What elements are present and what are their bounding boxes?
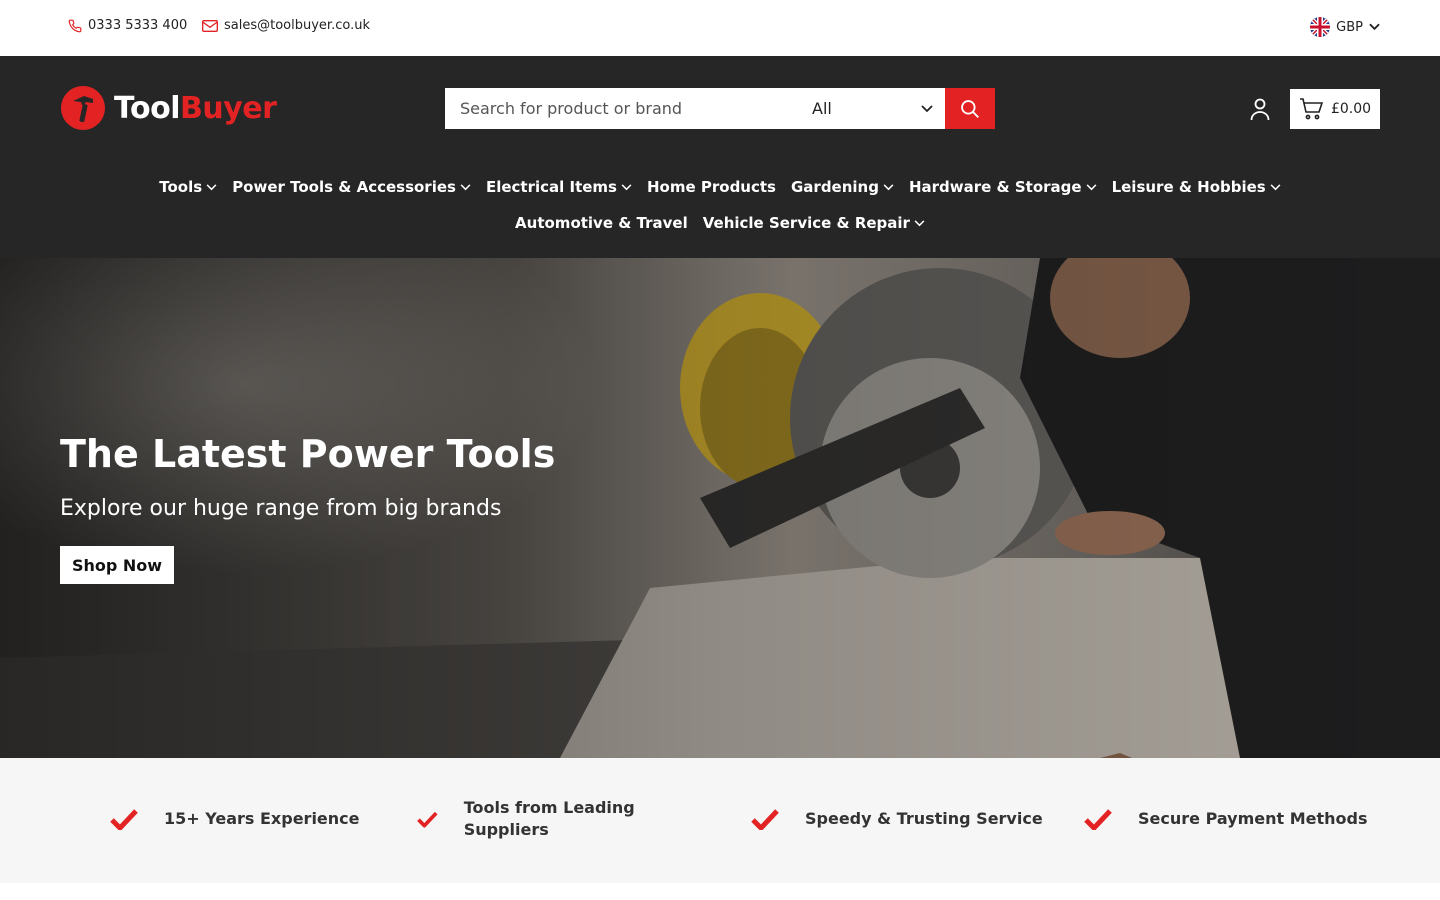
- email-link[interactable]: sales@toolbuyer.co.uk: [202, 18, 370, 33]
- chevron-down-icon: [1369, 23, 1380, 31]
- hammer-logo-icon: [61, 86, 105, 130]
- cart-total: £0.00: [1330, 101, 1372, 117]
- checkmark-icon: [1084, 809, 1112, 830]
- phone-number: 0333 5333 400: [88, 18, 188, 33]
- shop-now-button[interactable]: Shop Now: [60, 546, 174, 584]
- user-icon: [1250, 98, 1270, 121]
- feature-label: Secure Payment Methods: [1138, 809, 1368, 828]
- feature-item: Speedy & Trusting Service: [751, 808, 1043, 830]
- search-category-select[interactable]: All: [797, 88, 945, 129]
- chevron-down-icon: [921, 104, 933, 112]
- email-address: sales@toolbuyer.co.uk: [224, 18, 370, 33]
- top-bar: 0333 5333 400 sales@toolbuyer.co.uk GBP: [0, 0, 1440, 56]
- nav-item-electrical[interactable]: Electrical Items: [486, 176, 632, 198]
- search-icon: [961, 99, 979, 118]
- checkmark-icon: [417, 811, 438, 828]
- checkmark-icon: [751, 809, 779, 830]
- chevron-down-icon: [621, 183, 632, 190]
- nav-item-home-products[interactable]: Home Products: [647, 176, 776, 198]
- phone-link[interactable]: 0333 5333 400: [68, 18, 187, 33]
- features-strip: 15+ Years Experience Tools from Leading …: [0, 758, 1440, 883]
- hero-title: The Latest Power Tools: [60, 432, 556, 476]
- currency-selector[interactable]: GBP: [1310, 17, 1380, 37]
- chevron-down-icon: [883, 183, 894, 190]
- main-nav: Tools Power Tools & Accessories Electric…: [0, 176, 1440, 234]
- site-header: ToolBuyer All £0.00 Tools Power Tools & …: [0, 56, 1440, 258]
- cart-button[interactable]: £0.00: [1290, 89, 1380, 129]
- search-button[interactable]: [945, 88, 995, 129]
- search-category-value: All: [812, 99, 832, 118]
- chevron-down-icon: [1270, 183, 1281, 190]
- uk-flag-icon: [1310, 17, 1331, 37]
- search-bar: All: [445, 88, 995, 129]
- nav-item-power-tools[interactable]: Power Tools & Accessories: [232, 176, 471, 198]
- nav-item-hardware-storage[interactable]: Hardware & Storage: [909, 176, 1097, 198]
- cart-icon: [1299, 98, 1323, 120]
- search-input[interactable]: [445, 88, 797, 129]
- feature-label: 15+ Years Experience: [164, 809, 360, 828]
- logo-text: ToolBuyer: [114, 90, 277, 126]
- currency-label: GBP: [1336, 19, 1363, 35]
- nav-item-leisure-hobbies[interactable]: Leisure & Hobbies: [1112, 176, 1281, 198]
- hero-subtitle: Explore our huge range from big brands: [60, 496, 502, 521]
- logo[interactable]: ToolBuyer: [60, 85, 277, 131]
- hero-banner: The Latest Power Tools Explore our huge …: [0, 258, 1440, 758]
- nav-item-tools[interactable]: Tools: [159, 176, 217, 198]
- chevron-down-icon: [914, 219, 925, 226]
- chevron-down-icon: [206, 183, 217, 190]
- nav-item-gardening[interactable]: Gardening: [791, 176, 894, 198]
- feature-item: Secure Payment Methods: [1084, 808, 1368, 830]
- feature-item: 15+ Years Experience: [110, 808, 360, 830]
- nav-item-automotive-travel[interactable]: Automotive & Travel: [515, 212, 688, 234]
- phone-icon: [68, 19, 82, 32]
- mail-icon: [202, 19, 218, 32]
- chevron-down-icon: [1086, 183, 1097, 190]
- chevron-down-icon: [460, 183, 471, 190]
- feature-label: Tools from Leading Suppliers: [463, 798, 635, 839]
- checkmark-icon: [110, 809, 138, 830]
- nav-item-vehicle-service[interactable]: Vehicle Service & Repair: [703, 212, 925, 234]
- account-button[interactable]: [1248, 97, 1272, 121]
- feature-label: Speedy & Trusting Service: [805, 809, 1043, 828]
- feature-item: Tools from Leading Suppliers: [417, 797, 657, 841]
